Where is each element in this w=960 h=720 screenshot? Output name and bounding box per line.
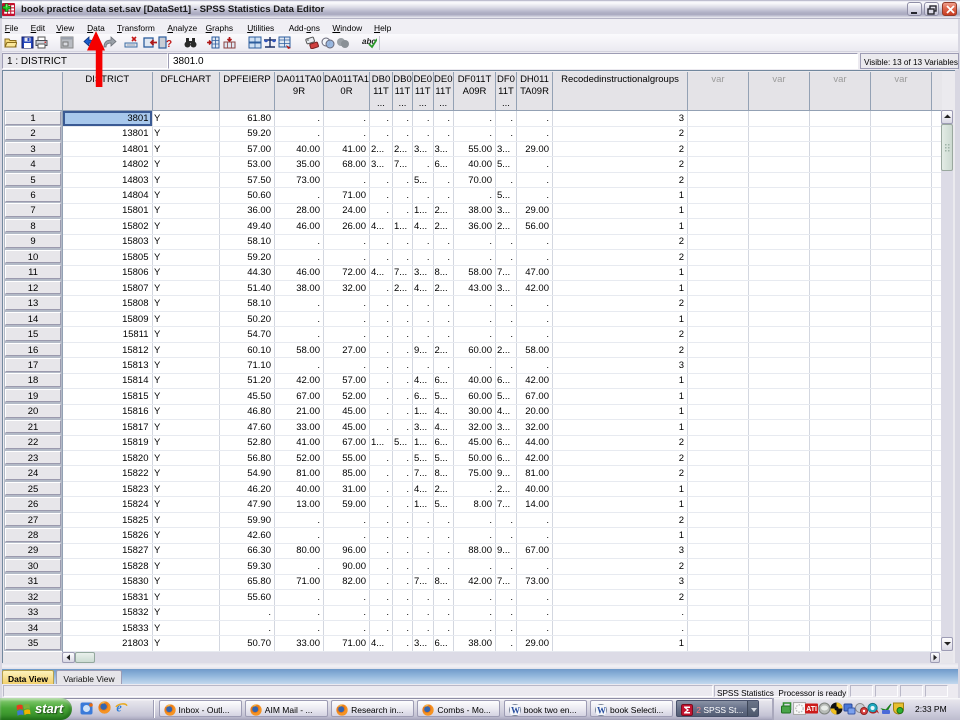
svg-text:W: W [511, 705, 520, 715]
svg-text:W: W [597, 705, 606, 715]
svg-text:?: ? [166, 39, 172, 49]
svg-text:ATI: ATI [806, 706, 817, 713]
svg-text:e: e [116, 701, 122, 714]
